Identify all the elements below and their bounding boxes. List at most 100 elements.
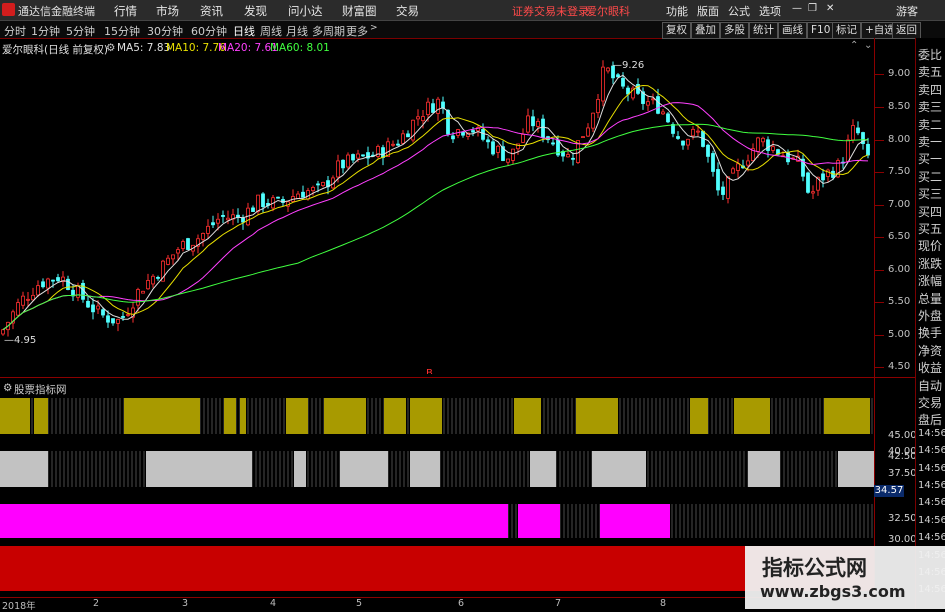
period-monthly[interactable]: 月线: [286, 23, 308, 39]
candle-body: [416, 116, 420, 120]
period-fenshi[interactable]: 分时: [4, 23, 26, 39]
candle-body: [156, 276, 160, 279]
quote-panel-item: 买三: [918, 187, 943, 202]
candle-body: [616, 74, 620, 78]
menu-banmian[interactable]: 版面: [697, 3, 719, 19]
btn-diejia[interactable]: 叠加: [691, 22, 720, 39]
login-notice[interactable]: 证券交易未登录: [512, 3, 589, 19]
candle-body: [256, 194, 260, 212]
candle-body: [171, 254, 175, 260]
period-60min[interactable]: 60分钟: [191, 23, 227, 39]
price-tick: [874, 302, 884, 303]
candle-body: [731, 168, 735, 174]
minimize-icon[interactable]: —: [792, 3, 802, 14]
quote-panel-item: 收益: [918, 361, 943, 376]
band2-segment: [838, 451, 874, 487]
candle-body: [451, 135, 455, 140]
candle-body: [401, 133, 405, 144]
watermark-title: 指标公式网: [762, 556, 867, 580]
menu-gongneng[interactable]: 功能: [666, 3, 688, 19]
band2-segment: [592, 451, 646, 487]
band1-segment: [0, 398, 30, 434]
period-more[interactable]: 更多: [346, 23, 368, 39]
quote-panel-item: 买一: [918, 152, 943, 167]
price-label: 8.00: [888, 134, 911, 145]
period-weekly[interactable]: 周线: [260, 23, 282, 39]
candle-body: [821, 173, 825, 181]
candle-body: [446, 109, 450, 135]
period-5min[interactable]: 5分钟: [66, 23, 95, 39]
more-chevron-icon[interactable]: >: [370, 23, 378, 33]
date-label: 4: [270, 598, 277, 609]
band1-segment: [410, 398, 442, 434]
candle-body: [16, 302, 20, 316]
btn-huaxian[interactable]: 画线: [778, 22, 807, 39]
candle-body: [436, 98, 440, 114]
menu-faxian[interactable]: 发现: [244, 3, 267, 19]
quote-panel-item: 卖一: [918, 135, 943, 149]
menu-jiaoyi[interactable]: 交易: [396, 3, 419, 19]
band1-segment: [734, 398, 770, 434]
date-label: 3: [182, 598, 189, 609]
band2-segment: [146, 451, 252, 487]
candle-body: [571, 157, 575, 160]
candle-body: [521, 134, 525, 143]
period-1min[interactable]: 1分钟: [31, 23, 60, 39]
restore-icon[interactable]: ❐: [808, 3, 817, 14]
menu-bar: 通达信金融终端 行情 市场 资讯 发现 问小达 财富圈 交易 证券交易未登录 爱…: [0, 0, 945, 21]
menu-gongshi[interactable]: 公式: [728, 3, 750, 19]
candle-body: [866, 143, 870, 156]
menu-caifuquan[interactable]: 财富圈: [342, 3, 377, 19]
candle-body: [426, 101, 430, 115]
quote-panel-item: 委比: [918, 48, 943, 62]
candle-body: [551, 142, 555, 145]
btn-tongji[interactable]: 统计: [749, 22, 778, 39]
settings-gear-icon[interactable]: ⚙: [106, 42, 115, 54]
period-daily[interactable]: 日线: [233, 23, 255, 39]
period-30min[interactable]: 30分钟: [147, 23, 183, 39]
period-15min[interactable]: 15分钟: [104, 23, 140, 39]
band3-bottom-label: 30.00: [888, 534, 917, 545]
btn-fuquan[interactable]: 复权: [662, 22, 691, 39]
candle-body: [36, 285, 40, 296]
candle-body: [661, 111, 665, 115]
expand-icon[interactable]: ⌄: [864, 40, 872, 51]
menu-wenxiaoda[interactable]: 问小达: [288, 3, 323, 19]
quote-panel-item: 卖五: [918, 65, 943, 80]
band1-segment: [224, 398, 236, 434]
menu-shichang[interactable]: 市场: [156, 3, 179, 19]
guest-label[interactable]: 游客: [896, 3, 918, 19]
candle-body: [106, 315, 110, 323]
band1-segment: [514, 398, 541, 434]
menu-hangqing[interactable]: 行情: [114, 3, 137, 19]
band1-segment: [240, 398, 246, 434]
menu-xuanxiang[interactable]: 选项: [759, 3, 781, 19]
menu-zixun[interactable]: 资讯: [200, 3, 223, 19]
indicator-settings-icon[interactable]: ⚙: [3, 382, 12, 394]
band3-segment: [600, 504, 670, 538]
price-label: 6.50: [888, 231, 911, 242]
candle-body: [506, 158, 510, 163]
candle-body: [711, 153, 715, 172]
ma5-line: [2, 74, 869, 331]
collapse-icon[interactable]: ⌃: [850, 40, 858, 51]
btn-back[interactable]: 返回: [892, 22, 921, 39]
candle-body: [396, 143, 400, 146]
ma10-value: MA10: 7.76: [166, 42, 226, 54]
band1-segment: [286, 398, 308, 434]
candle-body: [316, 183, 320, 186]
btn-biaoji[interactable]: 标记: [832, 22, 861, 39]
close-icon[interactable]: ✕: [826, 3, 834, 14]
candle-body: [431, 103, 435, 113]
btn-duogu[interactable]: 多股: [720, 22, 749, 39]
candle-body: [601, 66, 605, 102]
indicator-bands[interactable]: [0, 396, 874, 598]
candle-body: [261, 193, 265, 208]
price-label: 7.00: [888, 199, 911, 210]
band1-segment: [124, 398, 200, 434]
candle-body: [806, 172, 810, 193]
candle-body: [496, 145, 500, 153]
candlestick-chart[interactable]: —9.26 —4.95 B: [0, 54, 874, 374]
btn-f10[interactable]: F10: [807, 22, 835, 39]
period-multi[interactable]: 多周期: [312, 23, 345, 39]
